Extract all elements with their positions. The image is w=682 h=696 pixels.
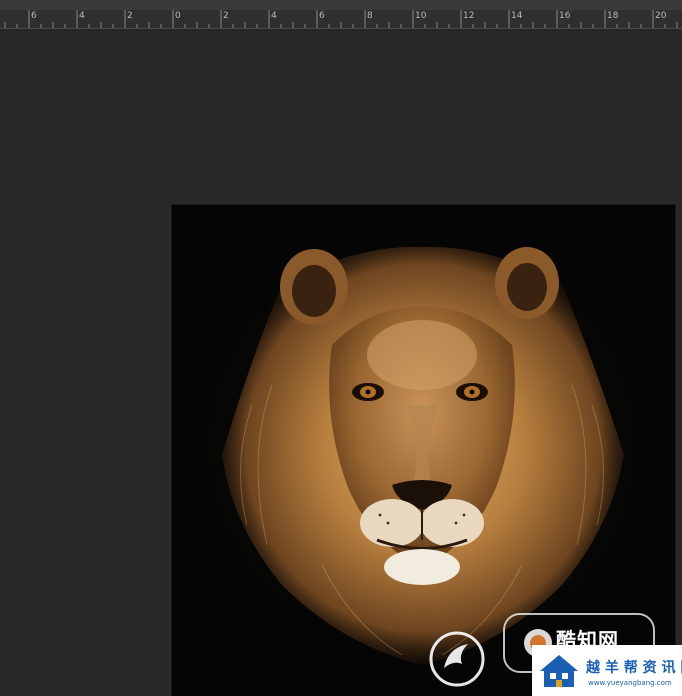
ruler-label: 18: [607, 11, 619, 21]
ruler-ticks: [4, 10, 678, 28]
watermark-site-url: www.yueyangbang.com: [588, 679, 672, 687]
ruler-label: 14: [511, 11, 523, 21]
ruler-label: 6: [319, 11, 325, 21]
horizontal-ruler[interactable]: 6 4 2 0 2 4 6 8 10 12 14 16 18 20: [0, 10, 682, 29]
ruler-label: 8: [367, 11, 373, 21]
ruler-label: 10: [415, 11, 427, 21]
ruler-label: 2: [127, 11, 133, 21]
watermark-corner-badge: 越 羊 帮 资 讯 网 www.yueyangbang.com: [532, 645, 682, 696]
ruler-label: 16: [559, 11, 571, 21]
house-logo-icon: [540, 655, 578, 687]
ruler-label: 4: [271, 11, 277, 21]
ruler-label: 20: [655, 11, 667, 21]
watermark-logo-icon: [429, 631, 485, 687]
ruler-label: 6: [31, 11, 37, 21]
ruler-label: 4: [79, 11, 85, 21]
photo-editor-window: 6 4 2 0 2 4 6 8 10 12 14 16 18 20 酷知网 越 …: [0, 0, 682, 696]
ruler-label: 2: [223, 11, 229, 21]
ruler-label: 0: [175, 11, 181, 21]
ruler-label: 12: [463, 11, 475, 21]
watermark-site-title: 越 羊 帮 资 讯 网: [586, 660, 682, 676]
